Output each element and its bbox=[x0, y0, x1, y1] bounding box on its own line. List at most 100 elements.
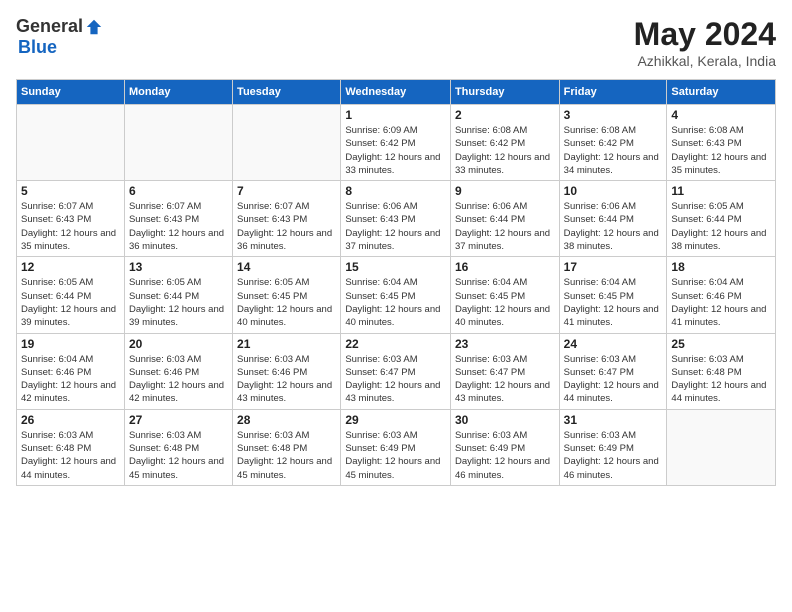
day-info: Sunrise: 6:04 AM Sunset: 6:46 PM Dayligh… bbox=[671, 276, 771, 329]
day-number: 25 bbox=[671, 337, 771, 351]
weekday-header-wednesday: Wednesday bbox=[341, 80, 451, 105]
logo: General Blue bbox=[16, 16, 103, 58]
day-info: Sunrise: 6:04 AM Sunset: 6:45 PM Dayligh… bbox=[564, 276, 663, 329]
calendar-cell: 12 Sunrise: 6:05 AM Sunset: 6:44 PM Dayli… bbox=[17, 257, 125, 333]
day-number: 14 bbox=[237, 260, 336, 274]
calendar-table: SundayMondayTuesdayWednesdayThursdayFrid… bbox=[16, 79, 776, 486]
day-number: 8 bbox=[345, 184, 446, 198]
day-number: 21 bbox=[237, 337, 336, 351]
location-subtitle: Azhikkal, Kerala, India bbox=[634, 53, 776, 69]
calendar-cell bbox=[667, 409, 776, 485]
day-info: Sunrise: 6:07 AM Sunset: 6:43 PM Dayligh… bbox=[129, 200, 228, 253]
weekday-header-thursday: Thursday bbox=[450, 80, 559, 105]
day-number: 30 bbox=[455, 413, 555, 427]
day-info: Sunrise: 6:08 AM Sunset: 6:42 PM Dayligh… bbox=[455, 124, 555, 177]
page-header: General Blue May 2024 Azhikkal, Kerala, … bbox=[16, 16, 776, 69]
weekday-header-tuesday: Tuesday bbox=[233, 80, 341, 105]
day-info: Sunrise: 6:06 AM Sunset: 6:44 PM Dayligh… bbox=[564, 200, 663, 253]
day-number: 29 bbox=[345, 413, 446, 427]
day-info: Sunrise: 6:06 AM Sunset: 6:44 PM Dayligh… bbox=[455, 200, 555, 253]
day-info: Sunrise: 6:05 AM Sunset: 6:44 PM Dayligh… bbox=[671, 200, 771, 253]
day-info: Sunrise: 6:08 AM Sunset: 6:43 PM Dayligh… bbox=[671, 124, 771, 177]
day-info: Sunrise: 6:04 AM Sunset: 6:45 PM Dayligh… bbox=[345, 276, 446, 329]
day-number: 9 bbox=[455, 184, 555, 198]
calendar-cell bbox=[233, 105, 341, 181]
calendar-cell: 11Sunrise: 6:05 AM Sunset: 6:44 PM Dayli… bbox=[667, 181, 776, 257]
calendar-cell: 8 Sunrise: 6:06 AM Sunset: 6:43 PM Daylig… bbox=[341, 181, 451, 257]
calendar-cell: 22 Sunrise: 6:03 AM Sunset: 6:47 PM Dayli… bbox=[341, 333, 451, 409]
weekday-header-friday: Friday bbox=[559, 80, 667, 105]
calendar-cell: 9 Sunrise: 6:06 AM Sunset: 6:44 PM Daylig… bbox=[450, 181, 559, 257]
day-number: 15 bbox=[345, 260, 446, 274]
weekday-header-monday: Monday bbox=[124, 80, 232, 105]
day-number: 6 bbox=[129, 184, 228, 198]
day-number: 18 bbox=[671, 260, 771, 274]
title-block: May 2024 Azhikkal, Kerala, India bbox=[634, 16, 776, 69]
calendar-cell: 20 Sunrise: 6:03 AM Sunset: 6:46 PM Dayli… bbox=[124, 333, 232, 409]
day-number: 5 bbox=[21, 184, 120, 198]
day-number: 24 bbox=[564, 337, 663, 351]
calendar-cell: 31 Sunrise: 6:03 AM Sunset: 6:49 PM Dayli… bbox=[559, 409, 667, 485]
day-number: 12 bbox=[21, 260, 120, 274]
day-number: 16 bbox=[455, 260, 555, 274]
calendar-cell: 29 Sunrise: 6:03 AM Sunset: 6:49 PM Dayli… bbox=[341, 409, 451, 485]
day-number: 10 bbox=[564, 184, 663, 198]
day-info: Sunrise: 6:04 AM Sunset: 6:45 PM Dayligh… bbox=[455, 276, 555, 329]
day-info: Sunrise: 6:03 AM Sunset: 6:46 PM Dayligh… bbox=[129, 353, 228, 406]
calendar-cell: 28Sunrise: 6:03 AM Sunset: 6:48 PM Dayli… bbox=[233, 409, 341, 485]
calendar-cell: 10 Sunrise: 6:06 AM Sunset: 6:44 PM Dayli… bbox=[559, 181, 667, 257]
calendar-cell: 25Sunrise: 6:03 AM Sunset: 6:48 PM Dayli… bbox=[667, 333, 776, 409]
calendar-week-3: 12 Sunrise: 6:05 AM Sunset: 6:44 PM Dayli… bbox=[17, 257, 776, 333]
day-info: Sunrise: 6:08 AM Sunset: 6:42 PM Dayligh… bbox=[564, 124, 663, 177]
calendar-header-row: SundayMondayTuesdayWednesdayThursdayFrid… bbox=[17, 80, 776, 105]
logo-general: General bbox=[16, 16, 83, 37]
day-number: 17 bbox=[564, 260, 663, 274]
day-info: Sunrise: 6:03 AM Sunset: 6:49 PM Dayligh… bbox=[455, 429, 555, 482]
day-info: Sunrise: 6:03 AM Sunset: 6:48 PM Dayligh… bbox=[129, 429, 228, 482]
day-number: 20 bbox=[129, 337, 228, 351]
calendar-week-2: 5 Sunrise: 6:07 AM Sunset: 6:43 PM Daylig… bbox=[17, 181, 776, 257]
day-info: Sunrise: 6:03 AM Sunset: 6:49 PM Dayligh… bbox=[564, 429, 663, 482]
day-number: 19 bbox=[21, 337, 120, 351]
logo-blue: Blue bbox=[18, 37, 57, 58]
day-info: Sunrise: 6:05 AM Sunset: 6:44 PM Dayligh… bbox=[21, 276, 120, 329]
day-info: Sunrise: 6:05 AM Sunset: 6:44 PM Dayligh… bbox=[129, 276, 228, 329]
calendar-cell: 21 Sunrise: 6:03 AM Sunset: 6:46 PM Dayli… bbox=[233, 333, 341, 409]
calendar-cell: 30 Sunrise: 6:03 AM Sunset: 6:49 PM Dayli… bbox=[450, 409, 559, 485]
calendar-cell: 13 Sunrise: 6:05 AM Sunset: 6:44 PM Dayli… bbox=[124, 257, 232, 333]
day-number: 13 bbox=[129, 260, 228, 274]
weekday-header-sunday: Sunday bbox=[17, 80, 125, 105]
calendar-cell: 7 Sunrise: 6:07 AM Sunset: 6:43 PM Daylig… bbox=[233, 181, 341, 257]
day-info: Sunrise: 6:09 AM Sunset: 6:42 PM Dayligh… bbox=[345, 124, 446, 177]
calendar-cell: 16 Sunrise: 6:04 AM Sunset: 6:45 PM Dayli… bbox=[450, 257, 559, 333]
calendar-cell: 26Sunrise: 6:03 AM Sunset: 6:48 PM Dayli… bbox=[17, 409, 125, 485]
day-info: Sunrise: 6:03 AM Sunset: 6:47 PM Dayligh… bbox=[345, 353, 446, 406]
calendar-cell: 6 Sunrise: 6:07 AM Sunset: 6:43 PM Daylig… bbox=[124, 181, 232, 257]
day-info: Sunrise: 6:06 AM Sunset: 6:43 PM Dayligh… bbox=[345, 200, 446, 253]
day-number: 22 bbox=[345, 337, 446, 351]
calendar-cell: 5 Sunrise: 6:07 AM Sunset: 6:43 PM Daylig… bbox=[17, 181, 125, 257]
day-info: Sunrise: 6:03 AM Sunset: 6:49 PM Dayligh… bbox=[345, 429, 446, 482]
month-title: May 2024 bbox=[634, 16, 776, 53]
calendar-cell bbox=[124, 105, 232, 181]
day-info: Sunrise: 6:03 AM Sunset: 6:46 PM Dayligh… bbox=[237, 353, 336, 406]
calendar-cell: 3Sunrise: 6:08 AM Sunset: 6:42 PM Daylig… bbox=[559, 105, 667, 181]
calendar-cell bbox=[17, 105, 125, 181]
day-number: 31 bbox=[564, 413, 663, 427]
day-number: 1 bbox=[345, 108, 446, 122]
day-info: Sunrise: 6:07 AM Sunset: 6:43 PM Dayligh… bbox=[21, 200, 120, 253]
calendar-cell: 23Sunrise: 6:03 AM Sunset: 6:47 PM Dayli… bbox=[450, 333, 559, 409]
calendar-cell: 2 Sunrise: 6:08 AM Sunset: 6:42 PM Daylig… bbox=[450, 105, 559, 181]
day-info: Sunrise: 6:07 AM Sunset: 6:43 PM Dayligh… bbox=[237, 200, 336, 253]
day-info: Sunrise: 6:03 AM Sunset: 6:48 PM Dayligh… bbox=[237, 429, 336, 482]
calendar-cell: 15 Sunrise: 6:04 AM Sunset: 6:45 PM Dayli… bbox=[341, 257, 451, 333]
day-number: 7 bbox=[237, 184, 336, 198]
day-info: Sunrise: 6:05 AM Sunset: 6:45 PM Dayligh… bbox=[237, 276, 336, 329]
calendar-cell: 24Sunrise: 6:03 AM Sunset: 6:47 PM Dayli… bbox=[559, 333, 667, 409]
logo-icon bbox=[85, 18, 103, 36]
calendar-cell: 17 Sunrise: 6:04 AM Sunset: 6:45 PM Dayli… bbox=[559, 257, 667, 333]
day-number: 4 bbox=[671, 108, 771, 122]
day-number: 2 bbox=[455, 108, 555, 122]
calendar-week-5: 26Sunrise: 6:03 AM Sunset: 6:48 PM Dayli… bbox=[17, 409, 776, 485]
day-info: Sunrise: 6:03 AM Sunset: 6:48 PM Dayligh… bbox=[21, 429, 120, 482]
